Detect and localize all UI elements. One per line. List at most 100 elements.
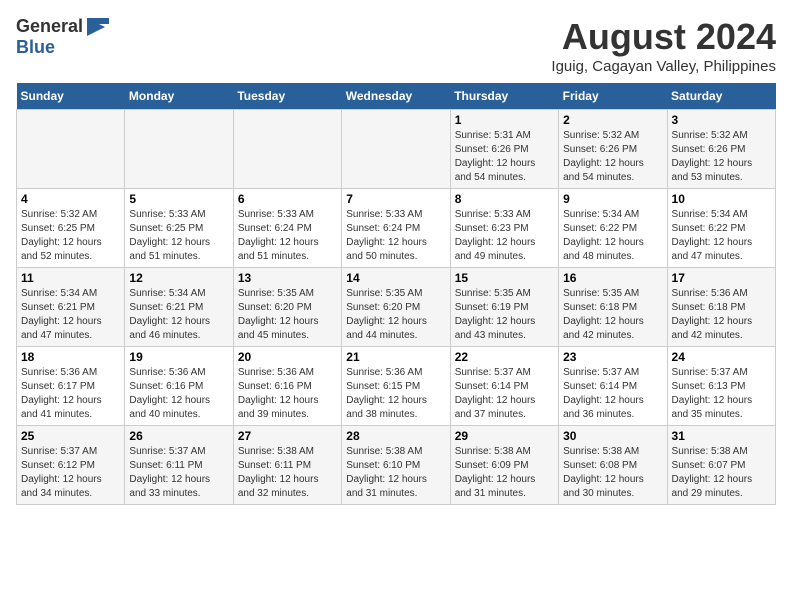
calendar-header-row: Sunday Monday Tuesday Wednesday Thursday… [17, 83, 776, 110]
day-content: Sunrise: 5:34 AM Sunset: 6:22 PM Dayligh… [672, 208, 771, 264]
day-content: Sunrise: 5:36 AM Sunset: 6:18 PM Dayligh… [672, 287, 771, 343]
day-content: Sunrise: 5:33 AM Sunset: 6:23 PM Dayligh… [455, 208, 554, 264]
header-monday: Monday [125, 83, 233, 110]
table-row: 26 Sunrise: 5:37 AM Sunset: 6:11 PM Dayli… [125, 426, 233, 505]
day-content: Sunrise: 5:38 AM Sunset: 6:10 PM Dayligh… [346, 445, 445, 501]
day-number: 9 [563, 192, 662, 206]
calendar-table: Sunday Monday Tuesday Wednesday Thursday… [16, 83, 776, 505]
day-number: 28 [346, 429, 445, 443]
day-content: Sunrise: 5:36 AM Sunset: 6:16 PM Dayligh… [129, 366, 228, 422]
table-row: 18 Sunrise: 5:36 AM Sunset: 6:17 PM Dayli… [17, 347, 125, 426]
day-number: 27 [238, 429, 337, 443]
day-content: Sunrise: 5:38 AM Sunset: 6:11 PM Dayligh… [238, 445, 337, 501]
day-number: 25 [21, 429, 120, 443]
calendar-week-row: 18 Sunrise: 5:36 AM Sunset: 6:17 PM Dayli… [17, 347, 776, 426]
table-row: 9 Sunrise: 5:34 AM Sunset: 6:22 PM Daylig… [559, 189, 667, 268]
table-row: 30Sunrise: 5:38 AM Sunset: 6:08 PM Dayli… [559, 426, 667, 505]
day-content: Sunrise: 5:38 AM Sunset: 6:07 PM Dayligh… [672, 445, 771, 501]
day-number: 18 [21, 350, 120, 364]
day-content: Sunrise: 5:37 AM Sunset: 6:14 PM Dayligh… [563, 366, 662, 422]
day-content: Sunrise: 5:32 AM Sunset: 6:26 PM Dayligh… [672, 129, 771, 185]
logo-blue-text: Blue [16, 37, 55, 57]
table-row: 12 Sunrise: 5:34 AM Sunset: 6:21 PM Dayli… [125, 268, 233, 347]
day-content: Sunrise: 5:37 AM Sunset: 6:11 PM Dayligh… [129, 445, 228, 501]
day-content: Sunrise: 5:36 AM Sunset: 6:15 PM Dayligh… [346, 366, 445, 422]
table-row: 15 Sunrise: 5:35 AM Sunset: 6:19 PM Dayli… [450, 268, 558, 347]
table-row: 7Sunrise: 5:33 AM Sunset: 6:24 PM Daylig… [342, 189, 450, 268]
header-sunday: Sunday [17, 83, 125, 110]
title-section: August 2024 Iguig, Cagayan Valley, Phili… [551, 16, 776, 75]
table-row: 6Sunrise: 5:33 AM Sunset: 6:24 PM Daylig… [233, 189, 341, 268]
table-row [233, 110, 341, 189]
month-title: August 2024 [551, 16, 776, 58]
calendar-week-row: 25 Sunrise: 5:37 AM Sunset: 6:12 PM Dayli… [17, 426, 776, 505]
day-number: 12 [129, 271, 228, 285]
day-number: 15 [455, 271, 554, 285]
day-content: Sunrise: 5:37 AM Sunset: 6:13 PM Dayligh… [672, 366, 771, 422]
table-row: 11 Sunrise: 5:34 AM Sunset: 6:21 PM Dayli… [17, 268, 125, 347]
day-content: Sunrise: 5:34 AM Sunset: 6:21 PM Dayligh… [21, 287, 120, 343]
table-row: 31Sunrise: 5:38 AM Sunset: 6:07 PM Dayli… [667, 426, 775, 505]
table-row: 2Sunrise: 5:32 AM Sunset: 6:26 PM Daylig… [559, 110, 667, 189]
day-content: Sunrise: 5:36 AM Sunset: 6:17 PM Dayligh… [21, 366, 120, 422]
table-row: 25 Sunrise: 5:37 AM Sunset: 6:12 PM Dayli… [17, 426, 125, 505]
table-row: 5 Sunrise: 5:33 AM Sunset: 6:25 PM Daylig… [125, 189, 233, 268]
calendar-week-row: 11 Sunrise: 5:34 AM Sunset: 6:21 PM Dayli… [17, 268, 776, 347]
day-number: 24 [672, 350, 771, 364]
day-number: 8 [455, 192, 554, 206]
table-row: 1 Sunrise: 5:31 AM Sunset: 6:26 PM Daylig… [450, 110, 558, 189]
table-row: 10 Sunrise: 5:34 AM Sunset: 6:22 PM Dayli… [667, 189, 775, 268]
table-row: 16Sunrise: 5:35 AM Sunset: 6:18 PM Dayli… [559, 268, 667, 347]
day-number: 14 [346, 271, 445, 285]
header-saturday: Saturday [667, 83, 775, 110]
header-wednesday: Wednesday [342, 83, 450, 110]
day-number: 7 [346, 192, 445, 206]
day-number: 21 [346, 350, 445, 364]
day-content: Sunrise: 5:34 AM Sunset: 6:21 PM Dayligh… [129, 287, 228, 343]
logo: General Blue [16, 16, 109, 58]
page-header: General Blue August 2024 Iguig, Cagayan … [16, 16, 776, 75]
day-number: 17 [672, 271, 771, 285]
day-number: 20 [238, 350, 337, 364]
day-content: Sunrise: 5:32 AM Sunset: 6:26 PM Dayligh… [563, 129, 662, 185]
calendar-week-row: 1 Sunrise: 5:31 AM Sunset: 6:26 PM Daylig… [17, 110, 776, 189]
table-row: 17 Sunrise: 5:36 AM Sunset: 6:18 PM Dayli… [667, 268, 775, 347]
table-row: 21 Sunrise: 5:36 AM Sunset: 6:15 PM Dayli… [342, 347, 450, 426]
calendar-week-row: 4Sunrise: 5:32 AM Sunset: 6:25 PM Daylig… [17, 189, 776, 268]
day-number: 26 [129, 429, 228, 443]
day-number: 5 [129, 192, 228, 206]
table-row: 29 Sunrise: 5:38 AM Sunset: 6:09 PM Dayli… [450, 426, 558, 505]
day-content: Sunrise: 5:34 AM Sunset: 6:22 PM Dayligh… [563, 208, 662, 264]
day-content: Sunrise: 5:35 AM Sunset: 6:20 PM Dayligh… [346, 287, 445, 343]
day-content: Sunrise: 5:37 AM Sunset: 6:12 PM Dayligh… [21, 445, 120, 501]
day-content: Sunrise: 5:38 AM Sunset: 6:09 PM Dayligh… [455, 445, 554, 501]
day-number: 16 [563, 271, 662, 285]
day-number: 10 [672, 192, 771, 206]
day-content: Sunrise: 5:32 AM Sunset: 6:25 PM Dayligh… [21, 208, 120, 264]
table-row: 14 Sunrise: 5:35 AM Sunset: 6:20 PM Dayli… [342, 268, 450, 347]
day-content: Sunrise: 5:36 AM Sunset: 6:16 PM Dayligh… [238, 366, 337, 422]
day-content: Sunrise: 5:37 AM Sunset: 6:14 PM Dayligh… [455, 366, 554, 422]
table-row: 3 Sunrise: 5:32 AM Sunset: 6:26 PM Daylig… [667, 110, 775, 189]
day-number: 19 [129, 350, 228, 364]
logo-flag-icon [87, 18, 109, 36]
day-content: Sunrise: 5:31 AM Sunset: 6:26 PM Dayligh… [455, 129, 554, 185]
table-row [125, 110, 233, 189]
header-thursday: Thursday [450, 83, 558, 110]
day-number: 1 [455, 113, 554, 127]
day-content: Sunrise: 5:35 AM Sunset: 6:19 PM Dayligh… [455, 287, 554, 343]
day-number: 22 [455, 350, 554, 364]
header-friday: Friday [559, 83, 667, 110]
table-row: 13Sunrise: 5:35 AM Sunset: 6:20 PM Dayli… [233, 268, 341, 347]
day-content: Sunrise: 5:33 AM Sunset: 6:25 PM Dayligh… [129, 208, 228, 264]
table-row: 20 Sunrise: 5:36 AM Sunset: 6:16 PM Dayli… [233, 347, 341, 426]
day-number: 3 [672, 113, 771, 127]
table-row: 8 Sunrise: 5:33 AM Sunset: 6:23 PM Daylig… [450, 189, 558, 268]
day-number: 29 [455, 429, 554, 443]
logo-general-text: General [16, 16, 83, 37]
day-number: 23 [563, 350, 662, 364]
day-content: Sunrise: 5:38 AM Sunset: 6:08 PM Dayligh… [563, 445, 662, 501]
table-row: 24 Sunrise: 5:37 AM Sunset: 6:13 PM Dayli… [667, 347, 775, 426]
day-number: 11 [21, 271, 120, 285]
day-number: 6 [238, 192, 337, 206]
